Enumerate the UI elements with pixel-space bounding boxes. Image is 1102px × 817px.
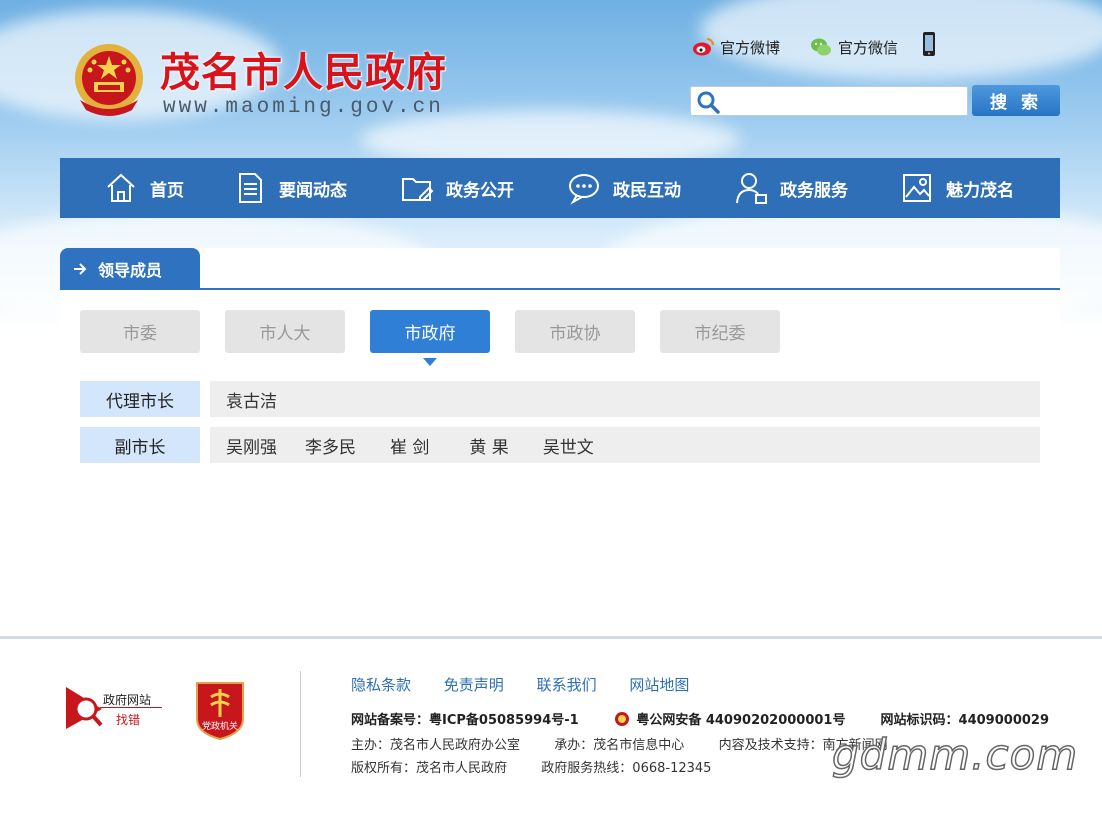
document-icon [239, 173, 262, 203]
footer-vertical-divider [300, 671, 301, 777]
tab-label: 市纪委 [694, 324, 746, 344]
nav-item-public[interactable]: 政务公开 [400, 158, 514, 218]
footer: 政府网站 找错 党政机关 隐私条款 免责声明 联系我们 网站地图 网站备案号：粤… [0, 639, 1102, 817]
error-badge-line2: 找错 [116, 713, 141, 727]
disclaimer-link[interactable]: 免责声明 [444, 676, 504, 694]
undertaker-org: 承办：茂名市信息中心 [554, 738, 685, 753]
leader-name-link[interactable]: 李多民 [305, 433, 356, 458]
copyright: 版权所有：茂名市人民政府 [351, 761, 508, 776]
national-emblem-icon [70, 40, 148, 120]
nav-item-home[interactable]: 首页 [104, 158, 184, 218]
leader-row-vice-mayor: 副市长 吴刚强 李多民 崔 剑 黄 果 吴世文 [80, 427, 1040, 463]
police-badge-icon [614, 712, 629, 726]
nav-item-interaction[interactable]: 政民互动 [567, 158, 681, 218]
active-tab-caret [423, 358, 437, 366]
leader-name-link[interactable]: 崔 剑 [390, 433, 429, 458]
error-badge-line1: 政府网站 [103, 693, 152, 707]
tab-label: 市政协 [549, 324, 601, 344]
row-label: 副市长 [80, 427, 200, 463]
mobile-phone-icon [922, 31, 936, 61]
leader-row-acting-mayor: 代理市长 袁古洁 [80, 381, 1040, 417]
nav-item-charm[interactable]: 魅力茂名 [900, 158, 1014, 218]
weibo-link[interactable]: 官方微博 [692, 34, 780, 60]
nav-label: 魅力茂名 [946, 180, 1014, 201]
site-title: 茂名市人民政府 [160, 49, 447, 96]
arrow-right-icon [74, 263, 87, 275]
service-hotline: 政府服务热线：0668-12345 [541, 761, 712, 776]
icp-number[interactable]: 网站备案号：粤ICP备05085994号-1 [351, 713, 579, 728]
sitemap-link[interactable]: 网站地图 [629, 676, 689, 694]
leader-name-link[interactable]: 吴刚强 [226, 433, 277, 458]
leader-name-link[interactable]: 黄 果 [469, 433, 508, 458]
search-icon [696, 90, 720, 114]
wechat-label: 官方微信 [838, 38, 899, 57]
watermark-text: gdmm.com [831, 729, 1079, 780]
gov-site-error-badge[interactable]: 政府网站 找错 [66, 685, 166, 731]
nav-label: 政民互动 [613, 180, 681, 201]
tab-label: 市政府 [404, 324, 456, 344]
search-button[interactable]: 搜 索 [972, 85, 1060, 116]
photo-icon [903, 174, 931, 202]
leader-name-link[interactable]: 吴世文 [543, 433, 594, 458]
nav-label: 首页 [150, 180, 184, 201]
tab-cppcc[interactable]: 市政协 [515, 310, 635, 353]
privacy-link[interactable]: 隐私条款 [351, 676, 411, 694]
panel-title-tab: 领导成员 [60, 248, 200, 290]
mobile-link[interactable] [922, 31, 936, 61]
tab-label: 市委 [123, 324, 157, 344]
site-url: www.maoming.gov.cn [163, 96, 444, 119]
party-government-badge[interactable]: 党政机关 [193, 679, 247, 741]
party-badge-label: 党政机关 [201, 722, 238, 732]
leader-name-link[interactable]: 袁古洁 [226, 387, 277, 412]
police-record[interactable]: 粤公网安备 44090202000001号 [636, 713, 845, 728]
wechat-icon [810, 36, 832, 58]
nav-item-news[interactable]: 要闻动态 [233, 158, 347, 218]
row-label: 代理市长 [80, 381, 200, 417]
nav-label: 要闻动态 [279, 180, 347, 201]
weibo-icon [692, 36, 714, 58]
main-nav: 首页 要闻动态 政务公开 政民互动 政务服务 魅力茂名 [60, 158, 1060, 218]
footer-copyright-line: 版权所有：茂名市人民政府 政府服务热线：0668-12345 [351, 757, 711, 776]
row-names: 袁古洁 [210, 381, 1040, 417]
wechat-link[interactable]: 官方微信 [810, 34, 898, 60]
tab-discipline-commission[interactable]: 市纪委 [660, 310, 780, 353]
nav-item-services[interactable]: 政务服务 [734, 158, 848, 218]
chat-icon [569, 174, 599, 205]
nav-label: 政务服务 [780, 180, 848, 201]
folder-icon [402, 178, 434, 201]
home-icon [107, 173, 135, 202]
panel-header: 领导成员 [60, 248, 1060, 290]
user-service-icon [736, 173, 767, 204]
tab-label: 市人大 [259, 324, 311, 344]
panel-title: 领导成员 [98, 261, 163, 280]
search-input[interactable] [725, 91, 961, 111]
weibo-label: 官方微博 [720, 38, 781, 57]
host-org: 主办：茂名市人民政府办公室 [351, 738, 521, 753]
footer-sponsor-line: 主办：茂名市人民政府办公室 承办：茂名市信息中心 内容及技术支持：南方新闻网 [351, 734, 888, 753]
contact-link[interactable]: 联系我们 [537, 676, 597, 694]
search-box [690, 86, 968, 116]
site-id: 网站标识码：4409000029 [880, 713, 1050, 728]
tab-peoples-congress[interactable]: 市人大 [225, 310, 345, 353]
badge-rule [100, 707, 162, 708]
nav-label: 政务公开 [446, 180, 514, 201]
leaders-panel: 领导成员 市委 市人大 市政府 市政协 市纪委 代理市长 袁古洁 副市长 吴刚强… [60, 248, 1060, 638]
footer-registration-line: 网站备案号：粤ICP备05085994号-1 粤公网安备 44090202000… [351, 709, 1049, 728]
tab-municipal-committee[interactable]: 市委 [80, 310, 200, 353]
row-names: 吴刚强 李多民 崔 剑 黄 果 吴世文 [210, 427, 1040, 463]
footer-links: 隐私条款 免责声明 联系我们 网站地图 [351, 674, 717, 695]
tab-municipal-government[interactable]: 市政府 [370, 310, 490, 366]
